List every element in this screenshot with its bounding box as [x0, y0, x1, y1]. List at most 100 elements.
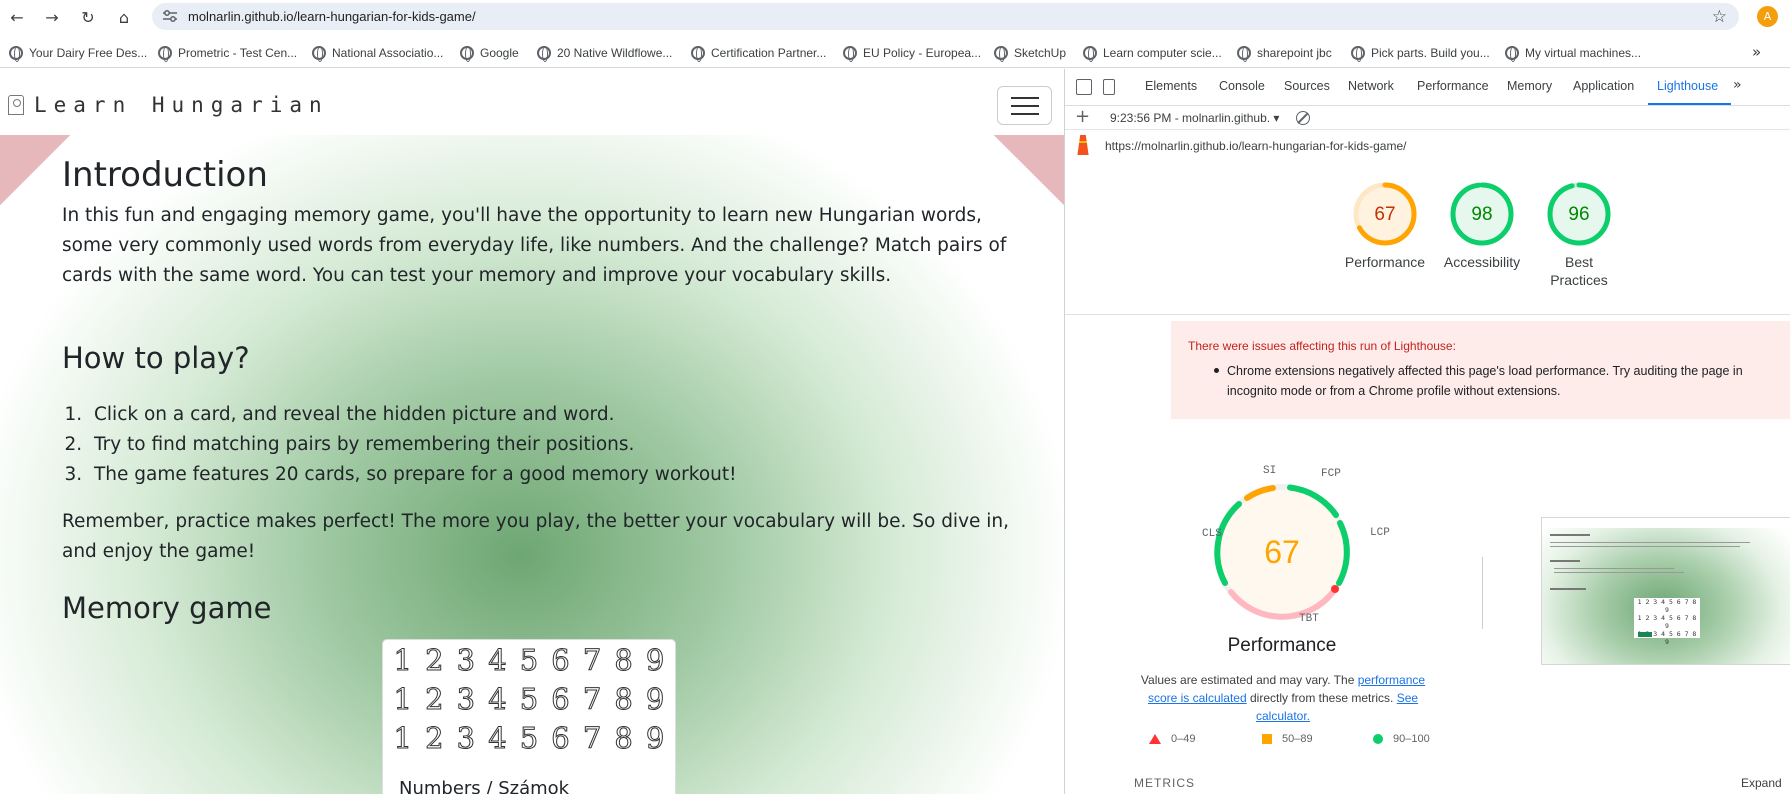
warning-box: There were issues affecting this run of …	[1171, 321, 1790, 419]
address-bar[interactable]: molnarlin.github.io/learn-hungarian-for-…	[152, 3, 1739, 30]
globe-icon	[1237, 46, 1251, 62]
tab-memory[interactable]: Memory	[1507, 79, 1552, 93]
bookmarks-overflow-icon[interactable]: »	[1752, 43, 1761, 61]
reload-icon[interactable]: ↻	[77, 6, 99, 28]
bookmark-item[interactable]: My virtual machines...	[1505, 44, 1641, 62]
metric-label-cls: CLS	[1202, 528, 1222, 540]
game-card[interactable]: 123456789 123456789 123456789 Numbers / …	[382, 639, 676, 794]
page-screenshot-thumbnail[interactable]: 1 2 3 4 5 6 7 8 9 1 2 3 4 5 6 7 8 9 1 2 …	[1541, 517, 1790, 665]
gauge-ring: 96	[1547, 182, 1611, 246]
howto-list: Click on a card, and reveal the hidden p…	[88, 400, 737, 490]
hamburger-icon	[1010, 96, 1039, 99]
bookmark-item[interactable]: Pick parts. Build you...	[1351, 44, 1490, 62]
website-viewport: Learn Hungarian Introduction In this fun…	[0, 69, 1064, 794]
tab-elements[interactable]: Elements	[1145, 79, 1197, 93]
url-text[interactable]: molnarlin.github.io/learn-hungarian-for-…	[188, 9, 476, 24]
svg-text:67: 67	[1374, 204, 1395, 225]
digit: 6	[551, 642, 570, 677]
bookmark-item[interactable]: Learn computer scie...	[1083, 44, 1222, 62]
digit: 7	[582, 642, 602, 677]
digit: 7	[582, 681, 602, 716]
bookmarks-bar: Your Dairy Free Des... Prometric - Test …	[0, 37, 1790, 68]
tab-performance[interactable]: Performance	[1417, 79, 1489, 93]
new-report-icon[interactable]: +	[1075, 106, 1090, 127]
digit-row: 123456789	[383, 718, 675, 757]
bookmark-star-icon[interactable]: ☆	[1712, 7, 1727, 27]
digit: 1	[393, 642, 412, 677]
menu-toggle-button[interactable]	[997, 86, 1052, 125]
score-label: Best Practices	[1550, 254, 1608, 288]
metric-label-fcp: FCP	[1321, 468, 1341, 480]
score-gauge-accessibility[interactable]: 98 Accessibility	[1432, 181, 1532, 271]
report-url-row: https://molnarlin.github.io/learn-hungar…	[1065, 131, 1790, 159]
metric-marker	[1331, 585, 1339, 593]
digit: 1	[393, 681, 412, 716]
performance-score: 67	[1264, 534, 1300, 570]
digit: 9	[645, 720, 665, 755]
score-gauge-best-practices[interactable]: 96 Best Practices	[1529, 181, 1629, 289]
globe-icon	[158, 46, 172, 62]
device-toolbar-icon[interactable]	[1103, 79, 1115, 95]
inspect-element-icon[interactable]	[1076, 79, 1092, 95]
more-tabs-icon[interactable]: »	[1733, 77, 1742, 93]
circle-icon	[1373, 734, 1383, 744]
brand-text: Learn Hungarian	[34, 93, 329, 117]
bookmark-item[interactable]: sharepoint jbc	[1237, 44, 1332, 62]
digit: 1	[393, 720, 412, 755]
site-navbar: Learn Hungarian	[0, 69, 1064, 135]
globe-icon	[537, 46, 551, 62]
score-gauge-performance[interactable]: 67 Performance	[1335, 181, 1435, 271]
list-item: The game features 20 cards, so prepare f…	[88, 460, 737, 490]
performance-metrics-gauge: 67	[1214, 484, 1350, 620]
site-settings-icon[interactable]	[162, 9, 178, 23]
metrics-heading: METRICS	[1134, 776, 1195, 790]
howto-heading: How to play?	[62, 341, 250, 375]
list-item: Try to find matching pairs by rememberin…	[88, 430, 737, 460]
bookmark-item[interactable]: Your Dairy Free Des...	[9, 44, 147, 62]
tab-lighthouse[interactable]: Lighthouse	[1657, 79, 1718, 93]
clear-reports-icon[interactable]	[1296, 111, 1310, 125]
warning-title: There were issues affecting this run of …	[1188, 339, 1456, 353]
score-label: Performance	[1344, 254, 1426, 270]
tab-sources[interactable]: Sources	[1284, 79, 1330, 93]
divider	[1065, 314, 1790, 315]
bookmark-item[interactable]: SketchUp	[994, 44, 1066, 62]
forward-icon[interactable]: →	[41, 6, 63, 28]
bookmark-item[interactable]: National Associatio...	[312, 44, 443, 62]
lighthouse-report: 67 Performance 98 Accessibility 96 Best …	[1065, 159, 1790, 794]
corner-decoration	[994, 135, 1064, 205]
digit: 4	[488, 681, 507, 716]
list-item: Click on a card, and reveal the hidden p…	[88, 400, 737, 430]
digit: 8	[614, 681, 633, 716]
bookmark-item[interactable]: Prometric - Test Cen...	[158, 44, 297, 62]
intro-heading: Introduction	[62, 155, 268, 195]
digit: 3	[456, 681, 476, 716]
bookmark-item[interactable]: Google	[460, 44, 519, 62]
report-url[interactable]: https://molnarlin.github.io/learn-hungar…	[1105, 139, 1406, 153]
back-icon[interactable]: ←	[6, 6, 28, 28]
expand-button[interactable]: Expand	[1741, 776, 1782, 790]
brand[interactable]: Learn Hungarian	[8, 93, 329, 117]
digit: 3	[456, 720, 476, 755]
globe-icon	[460, 46, 474, 62]
tab-network[interactable]: Network	[1348, 79, 1394, 93]
remember-text: Remember, practice makes perfect! The mo…	[62, 511, 1010, 562]
bookmark-item[interactable]: Certification Partner...	[691, 44, 826, 62]
browser-toolbar: ← → ↻ ⌂ molnarlin.github.io/learn-hungar…	[0, 0, 1790, 33]
digit: 8	[614, 720, 633, 755]
digit-row: 123456789	[383, 679, 675, 718]
lighthouse-toolbar: + 9:23:56 PM - molnarlin.github. ▾	[1065, 106, 1790, 130]
profile-avatar[interactable]: A	[1757, 6, 1778, 27]
legend-fail: 0–49	[1149, 733, 1195, 745]
digit: 4	[488, 720, 507, 755]
digit: 5	[519, 720, 539, 755]
bookmark-item[interactable]: EU Policy - Europea...	[843, 44, 981, 62]
tab-console[interactable]: Console	[1219, 79, 1265, 93]
bookmark-item[interactable]: 20 Native Wildflowe...	[537, 44, 672, 62]
tab-application[interactable]: Application	[1573, 79, 1634, 93]
home-icon[interactable]: ⌂	[113, 6, 135, 28]
report-selector[interactable]: 9:23:56 PM - molnarlin.github. ▾	[1110, 111, 1279, 125]
metric-label-si: SI	[1263, 465, 1277, 477]
digit: 5	[519, 642, 539, 677]
digit-row: 123456789	[383, 640, 675, 679]
